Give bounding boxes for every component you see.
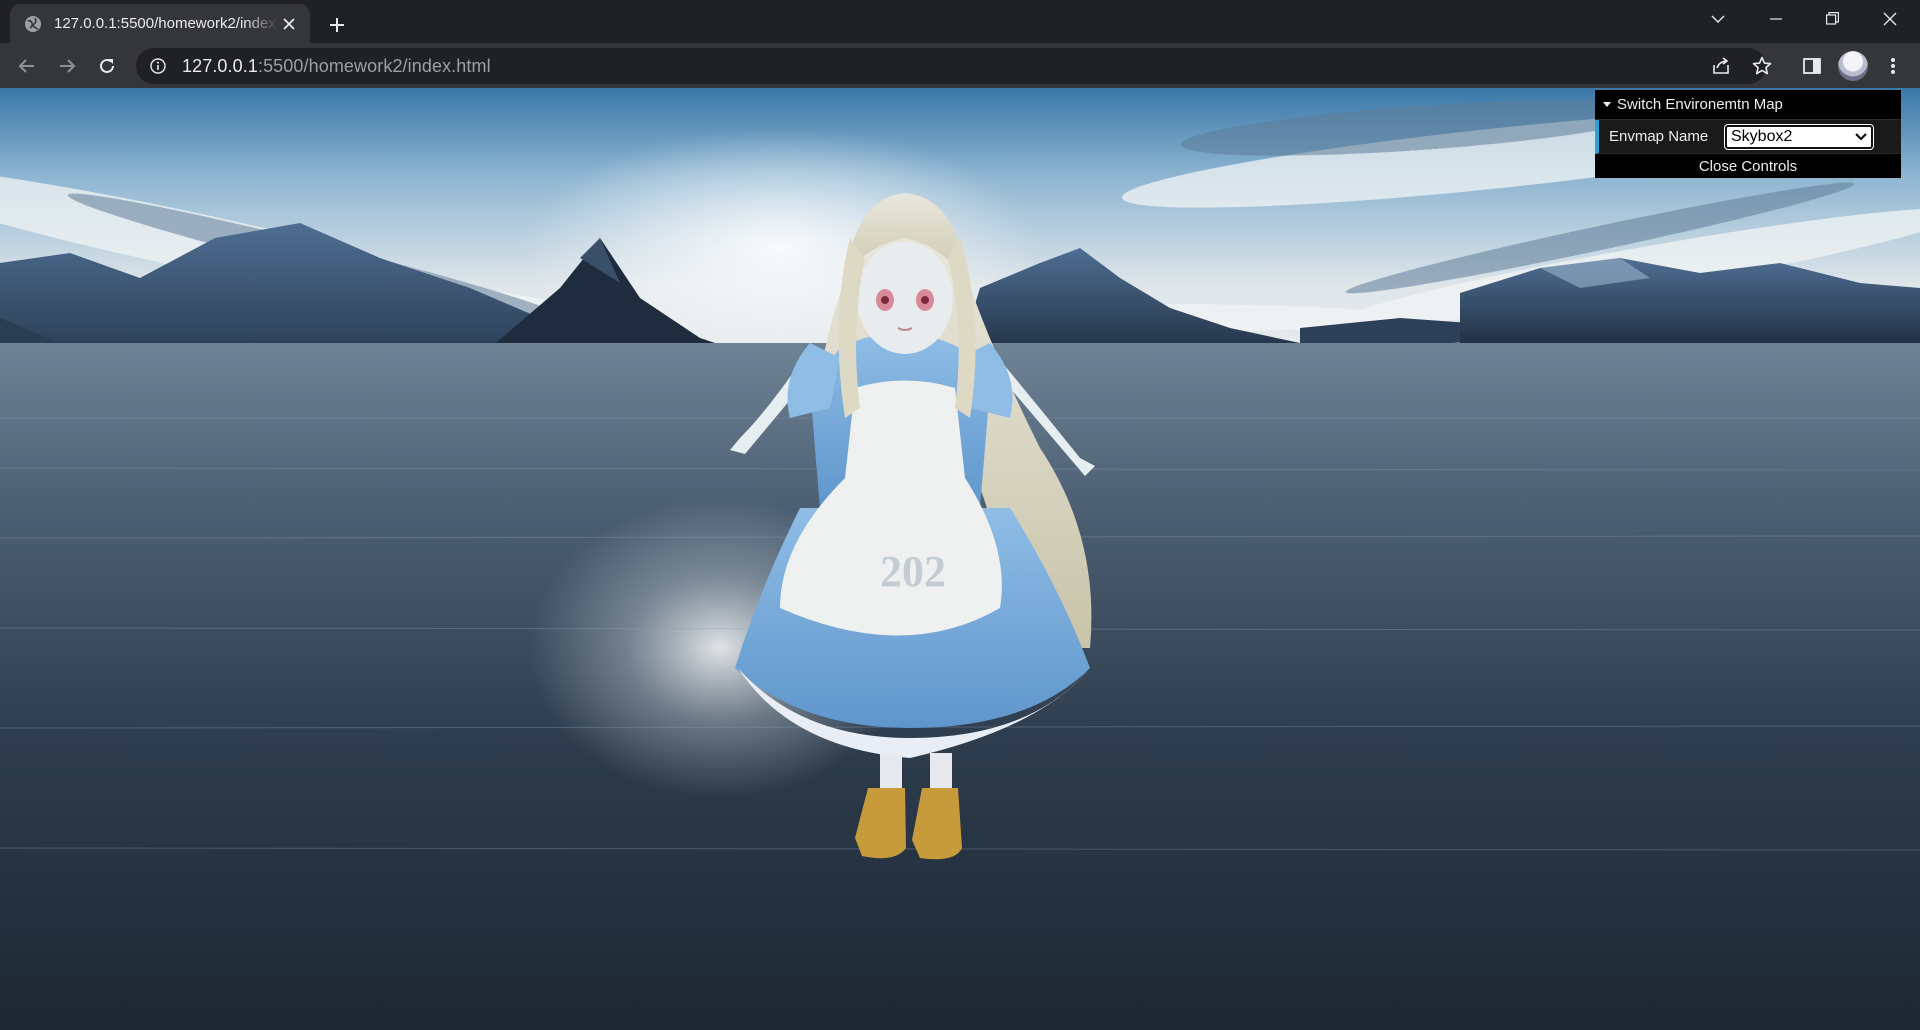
chevron-down-icon	[1855, 132, 1867, 140]
chevron-down-icon	[1711, 15, 1725, 23]
minimize-icon	[1770, 17, 1782, 20]
plus-icon	[330, 18, 344, 32]
minimize-button[interactable]	[1748, 0, 1804, 37]
triangle-down-icon	[1603, 102, 1611, 107]
share-icon[interactable]	[1709, 54, 1733, 78]
tab-search-button[interactable]	[1690, 0, 1746, 37]
side-panel-button[interactable]	[1795, 49, 1829, 83]
apron-number: 202	[880, 547, 946, 596]
reload-icon	[100, 58, 114, 73]
side-panel-icon	[1803, 58, 1821, 74]
info-icon[interactable]	[148, 56, 168, 76]
arrow-left-icon	[18, 59, 34, 73]
controls-panel: Switch Environemtn Map Envmap Name Skybo…	[1595, 90, 1901, 178]
browser-tab[interactable]: 127.0.0.1:5500/homework2/index.html	[10, 4, 310, 43]
scene-render: 202	[0, 88, 1920, 1030]
globe-icon	[25, 15, 41, 32]
forward-button[interactable]	[50, 49, 84, 83]
webgl-canvas[interactable]: 202	[0, 88, 1920, 1030]
bookmark-star-icon[interactable]	[1750, 54, 1774, 78]
url-host: 127.0.0.1	[182, 55, 258, 76]
tab-title: 127.0.0.1:5500/homework2/index.html	[54, 15, 278, 32]
url-path: :5500/homework2/index.html	[257, 55, 491, 76]
url-text[interactable]: 127.0.0.1:5500/homework2/index.html	[182, 56, 491, 77]
envmap-select[interactable]: Skybox2	[1724, 123, 1874, 150]
new-tab-button[interactable]	[320, 8, 354, 42]
reload-button[interactable]	[90, 49, 124, 83]
restore-button[interactable]	[1804, 0, 1860, 37]
tab-strip: 127.0.0.1:5500/homework2/index.html	[0, 0, 1920, 43]
profile-avatar[interactable]	[1838, 51, 1868, 81]
restore-icon	[1825, 12, 1839, 25]
envmap-selected-value: Skybox2	[1731, 127, 1793, 145]
address-bar[interactable]: 127.0.0.1:5500/homework2/index.html	[136, 48, 1772, 84]
arrow-right-icon	[60, 59, 76, 73]
envmap-row: Envmap Name Skybox2	[1595, 120, 1901, 154]
close-tab-icon[interactable]	[278, 13, 300, 35]
browser-toolbar: 127.0.0.1:5500/homework2/index.html	[0, 43, 1920, 88]
close-window-button[interactable]	[1862, 0, 1918, 37]
back-button[interactable]	[10, 49, 44, 83]
menu-button[interactable]	[1876, 49, 1910, 83]
close-icon	[1883, 12, 1897, 25]
close-controls-button[interactable]: Close Controls	[1595, 154, 1901, 178]
folder-switch-envmap[interactable]: Switch Environemtn Map	[1595, 90, 1901, 120]
envmap-label: Envmap Name	[1609, 128, 1709, 145]
kebab-menu-icon	[1891, 58, 1895, 74]
folder-title: Switch Environemtn Map	[1617, 96, 1783, 113]
